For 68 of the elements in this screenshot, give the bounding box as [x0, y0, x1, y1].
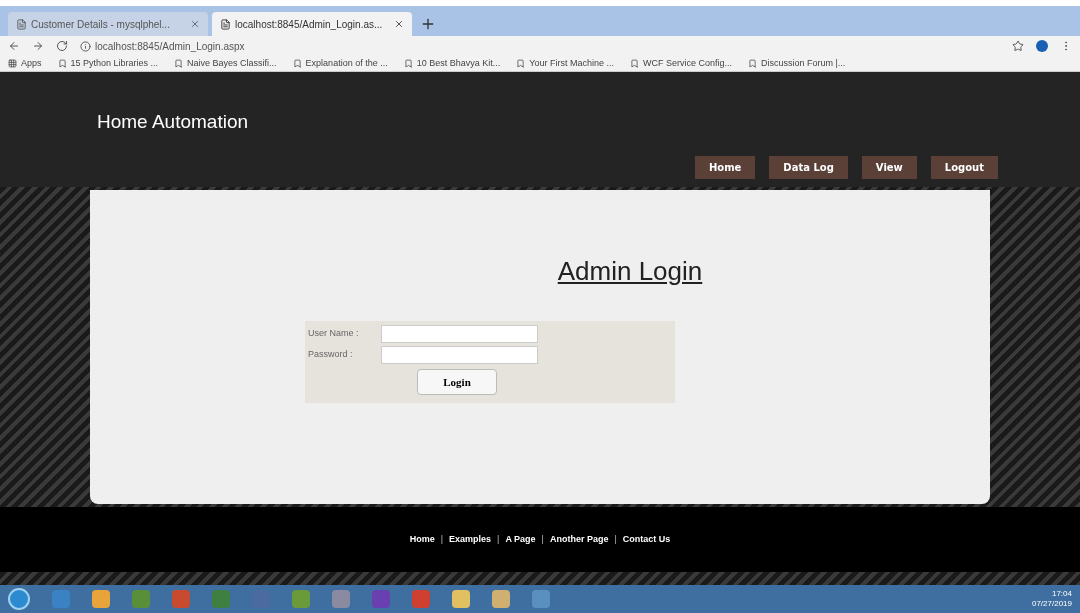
login-button[interactable]: Login — [417, 369, 497, 395]
footer-link[interactable]: A Page — [505, 532, 536, 547]
footer-link[interactable]: Another Page — [549, 532, 609, 547]
footer-link[interactable]: Examples — [449, 532, 492, 547]
bookmark-icon — [57, 59, 67, 68]
field-label: User Name : — [307, 327, 360, 341]
bookmark-item[interactable]: WCF Service Config... — [629, 56, 732, 71]
taskbar-app-icon[interactable] — [132, 590, 150, 608]
taskbar-app-icon[interactable] — [332, 590, 350, 608]
site-title: Home Automation — [97, 109, 249, 134]
bookmark-icon — [747, 59, 757, 68]
bookmark-icon — [174, 59, 184, 68]
taskbar-app-icon[interactable] — [532, 590, 550, 608]
footer-link[interactable]: Home — [409, 532, 435, 547]
url-text: localhost:8845/Admin_Login.aspx — [95, 39, 245, 54]
taskbar-app-icon[interactable] — [412, 590, 430, 608]
bookmark-icon — [403, 59, 413, 68]
taskbar-app-icon[interactable] — [292, 590, 310, 608]
page-heading: Admin Login — [557, 255, 703, 288]
page-icon — [16, 18, 27, 30]
taskbar-app-icon[interactable] — [492, 590, 510, 608]
apps-icon — [8, 59, 17, 68]
info-icon — [80, 40, 91, 52]
separator: | — [613, 532, 618, 546]
bookmark-icon — [629, 59, 639, 68]
nav-button[interactable]: View — [861, 156, 917, 179]
nav-button[interactable]: Home — [694, 156, 756, 179]
bookmark-icon — [292, 59, 302, 68]
bookmark-icon — [516, 59, 526, 68]
clock-date: 07/27/2019 — [1031, 599, 1072, 609]
taskbar-app-icon[interactable] — [212, 590, 230, 608]
taskbar-app-icon[interactable] — [52, 590, 70, 608]
field-label: Password : — [307, 348, 354, 362]
tab-title: localhost:8845/Admin_Login.as... — [235, 17, 384, 32]
reload-icon[interactable] — [56, 40, 68, 52]
bookmark-item[interactable]: Discussion Forum |... — [747, 56, 846, 71]
bookmark-item[interactable]: Apps — [8, 56, 42, 71]
text-input[interactable] — [381, 325, 538, 343]
taskbar-app-icon[interactable] — [172, 590, 190, 608]
text-input[interactable] — [381, 346, 538, 364]
separator: | — [439, 532, 445, 546]
close-icon[interactable] — [394, 19, 404, 29]
url-field[interactable]: localhost:8845/Admin_Login.aspx — [80, 38, 1000, 54]
separator: | — [540, 532, 545, 546]
bookmark-item[interactable]: 10 Best Bhavya Kit... — [403, 56, 501, 71]
forward-icon[interactable] — [32, 40, 44, 52]
footer-link[interactable]: Contact Us — [622, 532, 671, 547]
new-tab-icon[interactable] — [420, 16, 436, 32]
bookmark-item[interactable]: Your First Machine ... — [516, 56, 614, 71]
separator: | — [496, 532, 501, 546]
browser-tab[interactable]: localhost:8845/Admin_Login.as... — [212, 12, 412, 36]
tab-title: Customer Details - mysqlphel... — [31, 17, 171, 32]
taskbar-app-icon[interactable] — [92, 590, 110, 608]
nav-button[interactable]: Logout — [930, 156, 998, 179]
nav-button[interactable]: Data Log — [769, 156, 848, 179]
bookmark-star-icon[interactable] — [1012, 40, 1024, 52]
page-icon — [220, 18, 231, 30]
bookmark-item[interactable]: Explanation of the ... — [292, 56, 388, 71]
browser-tab[interactable]: Customer Details - mysqlphel... — [8, 12, 208, 36]
back-icon[interactable] — [8, 40, 20, 52]
bookmark-item[interactable]: 15 Python Libraries ... — [57, 56, 159, 71]
clock-time: 17:04 — [1051, 589, 1072, 599]
close-icon[interactable] — [190, 19, 200, 29]
bookmark-item[interactable]: Naive Bayes Classifi... — [174, 56, 277, 71]
taskbar-app-icon[interactable] — [452, 590, 470, 608]
taskbar-app-icon[interactable] — [372, 590, 390, 608]
profile-icon[interactable] — [1036, 40, 1048, 52]
start-icon[interactable] — [8, 588, 30, 610]
